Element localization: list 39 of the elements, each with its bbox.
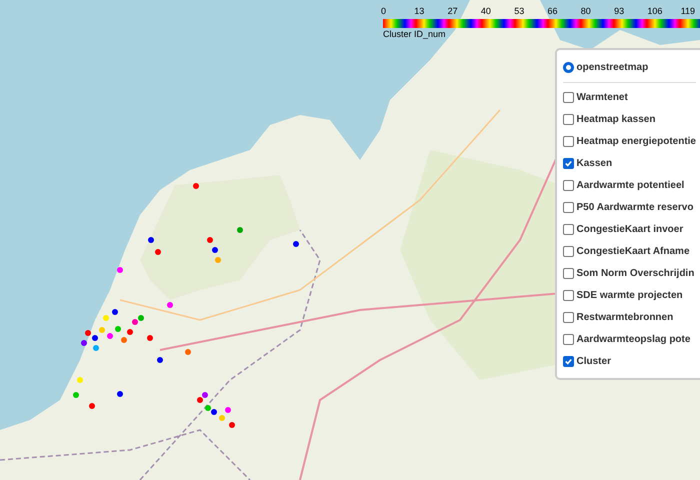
overlay-option[interactable]: Cluster — [562, 350, 696, 372]
legend-tick-label: 119 — [680, 6, 696, 16]
legend-tick-label: 40 — [480, 6, 491, 16]
overlay-option[interactable]: Kassen — [562, 152, 696, 174]
checkbox[interactable] — [562, 114, 574, 124]
overlay-option[interactable]: CongestieKaart invoer — [562, 218, 696, 240]
checkbox[interactable] — [562, 202, 574, 212]
overlay-option[interactable]: Som Norm Overschrijdin — [562, 262, 696, 284]
overlay-option[interactable]: P50 Aardwarmte reservo — [562, 196, 696, 218]
checkbox[interactable] — [562, 334, 574, 344]
radio-button[interactable] — [562, 62, 574, 72]
overlay-option[interactable]: Warmtenet — [562, 86, 696, 108]
checkbox[interactable] — [562, 224, 574, 234]
legend-tick-label: 13 — [414, 6, 424, 16]
overlay-option[interactable]: Aardwarmteopslag pote — [562, 328, 696, 350]
base-layer-option[interactable]: openstreetmap — [562, 56, 696, 78]
overlay-option[interactable]: Heatmap energiepotentie — [562, 130, 696, 152]
legend-tick-label: 66 — [548, 6, 558, 16]
overlay-option[interactable]: CongestieKaart Afname — [562, 240, 696, 262]
checkbox[interactable] — [562, 180, 574, 190]
overlay-option[interactable]: Restwarmtebronnen — [562, 306, 696, 328]
overlay-option[interactable]: Aardwarmte potentieel — [562, 174, 696, 196]
overlay-option[interactable]: Heatmap kassen — [562, 108, 696, 130]
legend-tick-label: 106 — [647, 6, 662, 16]
checkbox[interactable] — [562, 312, 574, 322]
checkbox[interactable] — [562, 356, 574, 366]
legend-tick-label: 27 — [448, 6, 458, 16]
legend-tick-label: 53 — [514, 6, 524, 16]
legend-caption: Cluster ID_num — [383, 29, 446, 39]
checkbox[interactable] — [562, 290, 574, 300]
checkbox[interactable] — [562, 92, 574, 102]
legend-tick-label: 80 — [580, 6, 591, 16]
overlay-option[interactable]: SDE warmte projecten — [562, 284, 696, 306]
legend-tick-label: 0 — [381, 6, 386, 16]
checkbox[interactable] — [562, 246, 574, 256]
checkbox[interactable] — [562, 136, 574, 146]
legend-tick-label: 93 — [614, 6, 624, 16]
checkbox[interactable] — [562, 268, 574, 278]
checkbox[interactable] — [562, 158, 574, 168]
